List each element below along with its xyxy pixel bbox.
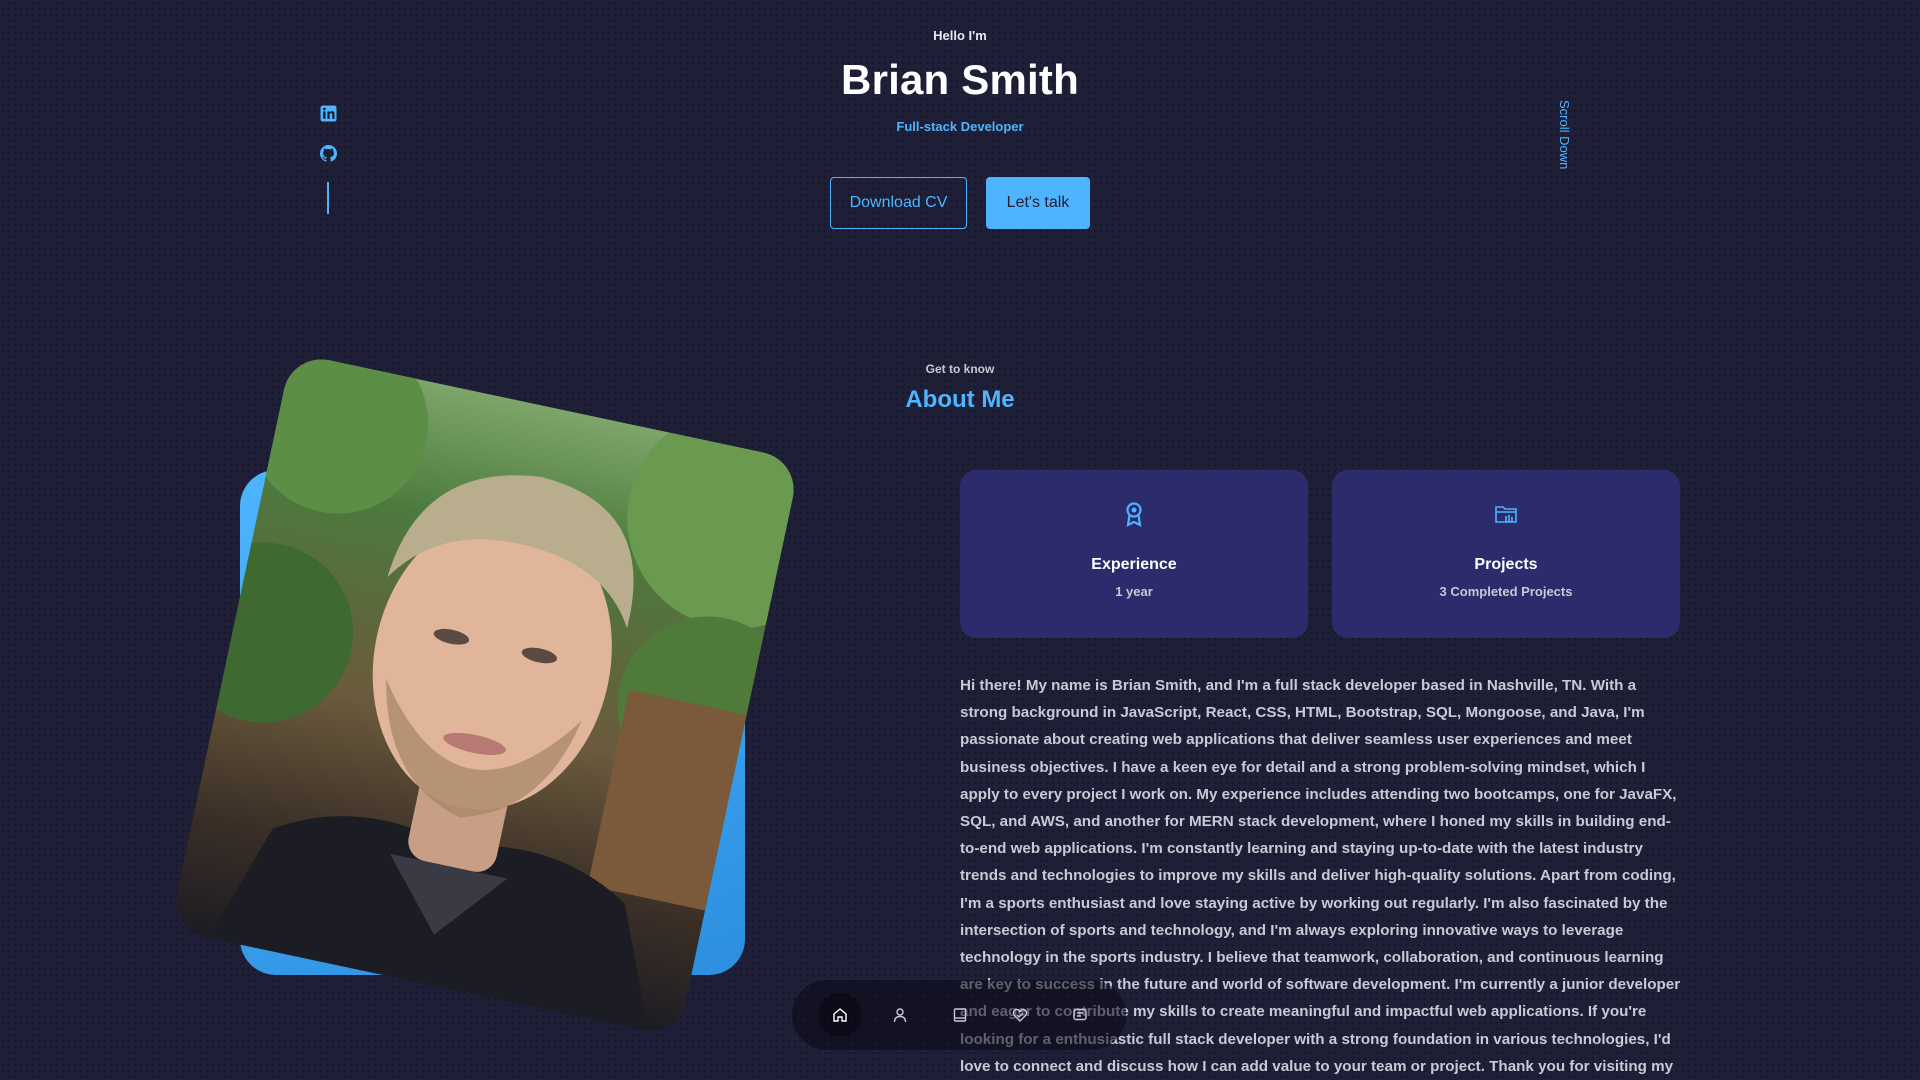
nav-contact[interactable] [1058, 993, 1102, 1037]
greeting: Hello I'm [933, 28, 987, 43]
services-icon [1012, 1008, 1028, 1022]
experience-title: Experience [1091, 556, 1177, 573]
projects-value: 3 Completed Projects [1439, 584, 1573, 599]
nav-experience[interactable] [938, 993, 982, 1037]
bottom-nav [792, 980, 1126, 1050]
social-divider [327, 182, 329, 214]
scroll-down-link[interactable]: Scroll Down [1548, 100, 1576, 180]
nav-about[interactable] [878, 993, 922, 1037]
award-icon [960, 500, 1308, 528]
hero-role: Full-stack Developer [896, 119, 1024, 134]
nav-services[interactable] [998, 993, 1042, 1037]
projects-card: Projects 3 Completed Projects [1332, 470, 1680, 638]
hero-name: Brian Smith [841, 56, 1079, 103]
projects-title: Projects [1474, 556, 1538, 573]
linkedin-icon[interactable] [318, 103, 338, 123]
message-icon [1073, 1008, 1087, 1021]
scroll-down-label: Scroll Down [1557, 100, 1572, 170]
about-eyebrow: Get to know [925, 362, 995, 376]
user-icon [893, 1008, 907, 1023]
experience-value: 1 year [1115, 584, 1153, 599]
nav-home[interactable] [818, 993, 862, 1037]
folder-icon [1332, 500, 1680, 528]
lets-talk-button[interactable]: Let's talk [986, 177, 1090, 229]
home-icon [833, 1008, 847, 1022]
download-cv-button[interactable]: Download CV [830, 177, 967, 229]
book-icon [953, 1008, 967, 1022]
github-icon[interactable] [318, 143, 338, 163]
experience-card: Experience 1 year [960, 470, 1308, 638]
